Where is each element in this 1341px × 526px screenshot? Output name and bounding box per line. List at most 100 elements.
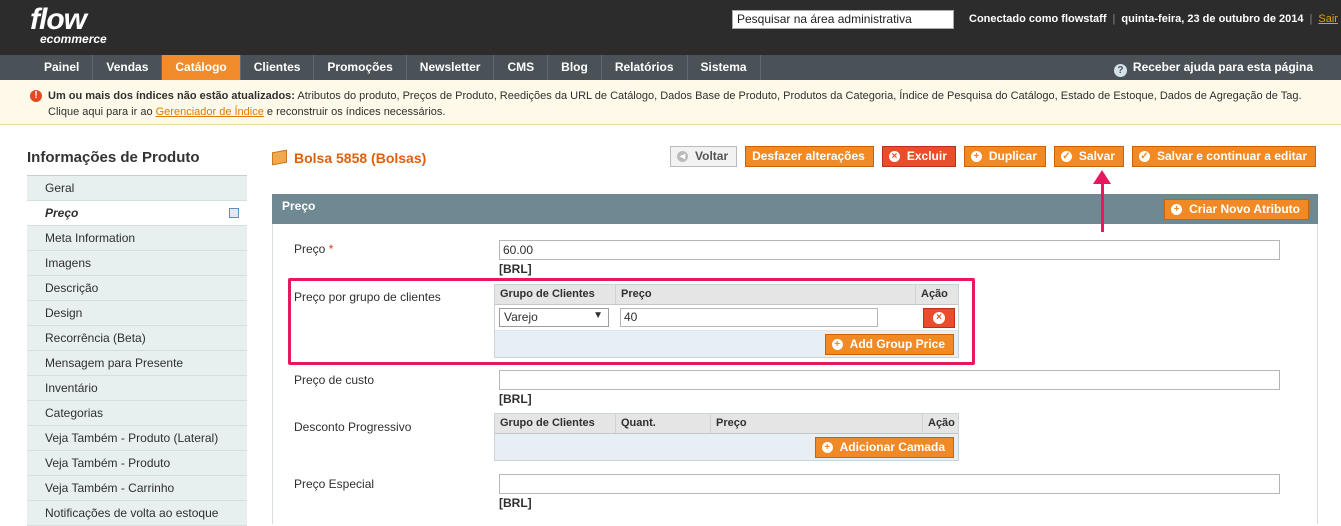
sidebar-tab-label: Mensagem para Presente bbox=[45, 356, 184, 370]
tier-price-footer: + Adicionar Camada bbox=[495, 434, 958, 460]
save-label: Salvar bbox=[1078, 149, 1115, 163]
logo-text: flow bbox=[30, 3, 87, 36]
notice-bold-text: Um ou mais dos índices não estão atualiz… bbox=[48, 90, 295, 102]
page-header: Bolsa 5858 (Bolsas) ◂ Voltar Desfazer alt… bbox=[272, 146, 1318, 172]
flow-logo[interactable]: flow ecommerce bbox=[30, 3, 107, 46]
nav-item-relatorios[interactable]: Relatórios bbox=[602, 55, 688, 80]
delete-button[interactable]: × Excluir bbox=[881, 146, 956, 167]
plus-icon: + bbox=[821, 442, 833, 453]
highlight-box bbox=[288, 278, 975, 365]
plus-icon: + bbox=[970, 151, 982, 162]
help-link[interactable]: ? Receber ajuda para esta página bbox=[1113, 55, 1313, 80]
sidebar-tab[interactable]: Veja Também - Carrinho bbox=[27, 476, 247, 501]
delete-label: Excluir bbox=[906, 149, 947, 163]
nav-item-newsletter[interactable]: Newsletter bbox=[407, 55, 495, 80]
back-arrow-icon: ◂ bbox=[677, 151, 688, 162]
cost-input[interactable] bbox=[499, 370, 1280, 390]
sidebar-tab[interactable]: Veja Também - Produto (Lateral) bbox=[27, 426, 247, 451]
special-price-label: Preço Especial bbox=[294, 477, 375, 491]
help-label: Receber ajuda para esta página bbox=[1132, 60, 1313, 74]
price-label: Preço * bbox=[294, 242, 333, 256]
section-title: Preço bbox=[282, 199, 316, 213]
sidebar-tab-label: Veja Também - Carrinho bbox=[45, 481, 175, 495]
price-input[interactable]: 60.00 bbox=[499, 240, 1280, 260]
plus-icon: + bbox=[1171, 204, 1183, 215]
sidebar-tab[interactable]: Preço bbox=[27, 201, 247, 226]
question-icon: ? bbox=[1113, 64, 1127, 77]
reset-label: Desfazer alterações bbox=[752, 149, 865, 163]
sidebar-tab-label: Descrição bbox=[45, 281, 99, 295]
save-continue-label: Salvar e continuar a editar bbox=[1156, 149, 1307, 163]
sidebar-tab-label: Meta Information bbox=[45, 231, 136, 245]
nav-item-cms[interactable]: CMS bbox=[494, 55, 549, 80]
tier-price-header: Grupo de Clientes Quant. Preço Ação bbox=[495, 414, 958, 434]
separator: | bbox=[1112, 13, 1116, 25]
create-attribute-button[interactable]: + Criar Novo Atributo bbox=[1164, 199, 1309, 220]
logged-user-text: Conectado como flowstaff bbox=[969, 13, 1107, 25]
back-label: Voltar bbox=[695, 149, 729, 163]
required-mark: * bbox=[328, 242, 334, 256]
sidebar-tab-label: Notificações de volta ao estoque bbox=[45, 506, 219, 520]
cost-label: Preço de custo bbox=[294, 373, 375, 387]
sidebar-tab[interactable]: Geral bbox=[27, 176, 247, 201]
date-text: quinta-feira, 23 de outubro de 2014 bbox=[1121, 13, 1304, 25]
check-icon: ✓ bbox=[1060, 151, 1072, 162]
sidebar-tab[interactable]: Veja Também - Produto bbox=[27, 451, 247, 476]
sidebar-tab[interactable]: Meta Information bbox=[27, 226, 247, 251]
add-tier-label: Adicionar Camada bbox=[839, 440, 945, 454]
app-header: flow ecommerce Pesquisar na área adminis… bbox=[0, 0, 1341, 54]
action-buttons: ◂ Voltar Desfazer alterações × Excluir + Du… bbox=[670, 146, 1316, 167]
notice-text: e reconstruir os índices necessários. bbox=[263, 106, 446, 118]
back-button[interactable]: ◂ Voltar bbox=[670, 146, 738, 167]
sidebar-tab[interactable]: Inventário bbox=[27, 376, 247, 401]
product-info-sidebar: Informações de Produto Geral Preço Meta In… bbox=[27, 146, 247, 526]
tier-price-grid: Grupo de Clientes Quant. Preço Ação + Adi… bbox=[494, 413, 959, 461]
sidebar-tab[interactable]: Imagens bbox=[27, 251, 247, 276]
sidebar-tab[interactable]: Notificações de volta ao estoque bbox=[27, 501, 247, 526]
col-action: Ação bbox=[928, 417, 955, 429]
reset-button[interactable]: Desfazer alterações bbox=[745, 146, 874, 167]
index-manager-link[interactable]: Gerenciador de Índice bbox=[156, 106, 264, 118]
duplicate-button[interactable]: + Duplicar bbox=[963, 146, 1046, 167]
sidebar-tab[interactable]: Recorrência (Beta) bbox=[27, 326, 247, 351]
special-price-input[interactable] bbox=[499, 474, 1280, 494]
product-edit-main: Bolsa 5858 (Bolsas) ◂ Voltar Desfazer alt… bbox=[272, 146, 1318, 524]
check-icon: ✓ bbox=[1138, 151, 1150, 162]
page-title: Bolsa 5858 (Bolsas) bbox=[294, 150, 427, 166]
save-continue-button[interactable]: ✓ Salvar e continuar a editar bbox=[1131, 146, 1316, 167]
tier-price-label: Desconto Progressivo bbox=[294, 420, 412, 434]
price-section-header: Preço + Criar Novo Atributo bbox=[272, 194, 1318, 224]
nav-item-painel[interactable]: Painel bbox=[0, 55, 94, 80]
index-notice: ! Um ou mais dos índices não estão atual… bbox=[0, 80, 1341, 125]
nav-item-sistema[interactable]: Sistema bbox=[688, 55, 761, 80]
add-tier-button[interactable]: + Adicionar Camada bbox=[814, 437, 954, 458]
logout-link[interactable]: Sair bbox=[1318, 13, 1338, 25]
col-price: Preço bbox=[711, 414, 923, 433]
currency-label: [BRL] bbox=[499, 392, 532, 406]
col-customer-group: Grupo de Clientes bbox=[495, 414, 616, 433]
sidebar-title: Informações de Produto bbox=[27, 146, 247, 176]
sidebar-tab[interactable]: Mensagem para Presente bbox=[27, 351, 247, 376]
sidebar-tab-label: Categorias bbox=[45, 406, 104, 420]
product-box-icon bbox=[272, 149, 287, 166]
sidebar-tab[interactable]: Categorias bbox=[27, 401, 247, 426]
sidebar-tab[interactable]: Design bbox=[27, 301, 247, 326]
save-button[interactable]: ✓ Salvar bbox=[1053, 146, 1124, 167]
sidebar-tab-label: Imagens bbox=[45, 256, 92, 270]
notice-text: Atributos do produto, Preços de Produto,… bbox=[294, 90, 1302, 102]
separator: | bbox=[1309, 13, 1313, 25]
nav-item-promocoes[interactable]: Promoções bbox=[314, 55, 407, 80]
nav-item-vendas[interactable]: Vendas bbox=[93, 55, 163, 80]
currency-label: [BRL] bbox=[499, 262, 532, 276]
nav-item-blog[interactable]: Blog bbox=[548, 55, 602, 80]
save-changes-icon bbox=[229, 208, 239, 218]
price-form: Preço * 60.00 [BRL] Preço por grupo de c… bbox=[272, 224, 1318, 524]
sidebar-tab-label: Inventário bbox=[45, 381, 98, 395]
global-search-input[interactable]: Pesquisar na área administrativa bbox=[732, 10, 954, 29]
sidebar-tab[interactable]: Descrição bbox=[27, 276, 247, 301]
nav-item-catalogo[interactable]: Catálogo bbox=[162, 55, 241, 80]
sidebar-tab-label: Veja Também - Produto bbox=[45, 456, 171, 470]
nav-item-clientes[interactable]: Clientes bbox=[241, 55, 315, 80]
col-qty: Quant. bbox=[616, 414, 711, 433]
create-attribute-label: Criar Novo Atributo bbox=[1189, 202, 1300, 216]
